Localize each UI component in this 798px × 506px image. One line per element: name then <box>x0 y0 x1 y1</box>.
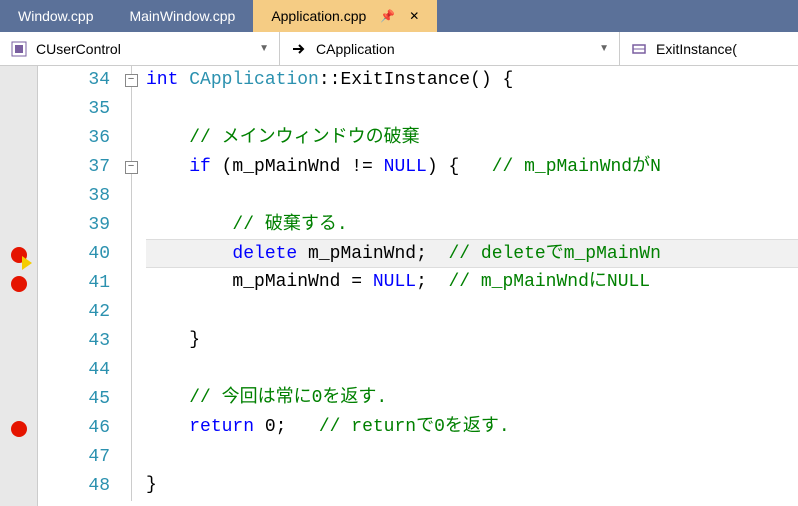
breakpoint-slot[interactable] <box>0 269 37 298</box>
code-line[interactable]: delete m_pMainWnd; // deleteでm_pMainWn <box>146 239 798 268</box>
code-line[interactable]: // 破棄する. <box>146 211 798 240</box>
scope-selector[interactable]: CUserControl ▼ <box>0 32 280 65</box>
line-number: 39 <box>38 211 110 240</box>
pin-icon[interactable]: 📌 <box>380 9 395 23</box>
line-number: 47 <box>38 443 110 472</box>
line-number: 36 <box>38 124 110 153</box>
fold-slot[interactable] <box>116 472 146 501</box>
line-number: 38 <box>38 182 110 211</box>
line-number: 43 <box>38 327 110 356</box>
code-line[interactable]: } <box>146 471 798 500</box>
line-number: 46 <box>38 414 110 443</box>
breakpoint-slot[interactable] <box>0 153 37 182</box>
code-line[interactable]: int CApplication::ExitInstance() { <box>146 66 798 95</box>
fold-slot[interactable] <box>116 298 146 327</box>
tab-window-cpp[interactable]: Window.cpp <box>0 0 111 32</box>
breakpoint-slot[interactable] <box>0 414 37 443</box>
fold-slot[interactable]: − <box>116 66 146 95</box>
breakpoint-slot[interactable] <box>0 443 37 472</box>
arrow-right-icon <box>290 40 308 58</box>
method-icon <box>630 40 648 58</box>
breakpoint-slot[interactable] <box>0 124 37 153</box>
fold-slot[interactable]: − <box>116 153 146 182</box>
code-line[interactable]: m_pMainWnd = NULL; // m_pMainWndにNULL <box>146 268 798 297</box>
breakpoint-slot[interactable] <box>0 327 37 356</box>
line-number: 45 <box>38 385 110 414</box>
tab-bar: Window.cpp MainWindow.cpp Application.cp… <box>0 0 798 32</box>
member-selector[interactable]: ExitInstance( <box>620 32 798 65</box>
fold-slot[interactable] <box>116 414 146 443</box>
code-editor[interactable]: 343536373839404142434445464748 −− int CA… <box>0 66 798 506</box>
chevron-down-icon: ▼ <box>599 43 609 54</box>
navigation-bar: CUserControl ▼ CApplication ▼ ExitInstan… <box>0 32 798 66</box>
fold-slot[interactable] <box>116 182 146 211</box>
fold-slot[interactable] <box>116 385 146 414</box>
close-icon[interactable]: ✕ <box>409 9 419 23</box>
breakpoint-slot[interactable] <box>0 66 37 95</box>
code-line[interactable] <box>146 355 798 384</box>
tab-application-cpp[interactable]: Application.cpp 📌 ✕ <box>253 0 437 32</box>
class-selector[interactable]: CApplication ▼ <box>280 32 620 65</box>
code-line[interactable] <box>146 95 798 124</box>
fold-gutter[interactable]: −− <box>116 66 146 506</box>
line-number: 35 <box>38 95 110 124</box>
code-line[interactable] <box>146 182 798 211</box>
code-line[interactable] <box>146 297 798 326</box>
breakpoint-slot[interactable] <box>0 356 37 385</box>
line-number: 44 <box>38 356 110 385</box>
breakpoint-icon[interactable] <box>11 276 27 292</box>
fold-collapse-icon[interactable]: − <box>125 74 138 87</box>
chevron-down-icon: ▼ <box>259 43 269 54</box>
line-number-gutter: 343536373839404142434445464748 <box>38 66 116 506</box>
breakpoint-slot[interactable] <box>0 472 37 501</box>
code-line[interactable]: if (m_pMainWnd != NULL) { // m_pMainWndが… <box>146 153 798 182</box>
scope-icon <box>10 40 28 58</box>
code-line[interactable]: return 0; // returnで0を返す. <box>146 413 798 442</box>
breakpoint-slot[interactable] <box>0 182 37 211</box>
code-line[interactable] <box>146 442 798 471</box>
line-number: 34 <box>38 66 110 95</box>
breakpoint-slot[interactable] <box>0 211 37 240</box>
fold-slot[interactable] <box>116 124 146 153</box>
breakpoint-slot[interactable] <box>0 385 37 414</box>
breakpoint-slot[interactable] <box>0 298 37 327</box>
line-number: 40 <box>38 240 110 269</box>
breakpoint-gutter[interactable] <box>0 66 38 506</box>
fold-collapse-icon[interactable]: − <box>125 161 138 174</box>
tab-mainwindow-cpp[interactable]: MainWindow.cpp <box>111 0 253 32</box>
line-number: 42 <box>38 298 110 327</box>
code-line[interactable]: // メインウィンドウの破棄 <box>146 124 798 153</box>
fold-slot[interactable] <box>116 211 146 240</box>
breakpoint-slot[interactable] <box>0 95 37 124</box>
breakpoint-icon[interactable] <box>11 421 27 437</box>
fold-slot[interactable] <box>116 443 146 472</box>
code-line[interactable]: // 今回は常に0を返す. <box>146 384 798 413</box>
fold-slot[interactable] <box>116 95 146 124</box>
code-line[interactable]: } <box>146 326 798 355</box>
code-area[interactable]: int CApplication::ExitInstance() { // メイ… <box>146 66 798 506</box>
line-number: 48 <box>38 472 110 501</box>
line-number: 41 <box>38 269 110 298</box>
breakpoint-slot[interactable] <box>0 240 37 269</box>
fold-slot[interactable] <box>116 240 146 269</box>
fold-slot[interactable] <box>116 327 146 356</box>
fold-slot[interactable] <box>116 356 146 385</box>
fold-slot[interactable] <box>116 269 146 298</box>
line-number: 37 <box>38 153 110 182</box>
